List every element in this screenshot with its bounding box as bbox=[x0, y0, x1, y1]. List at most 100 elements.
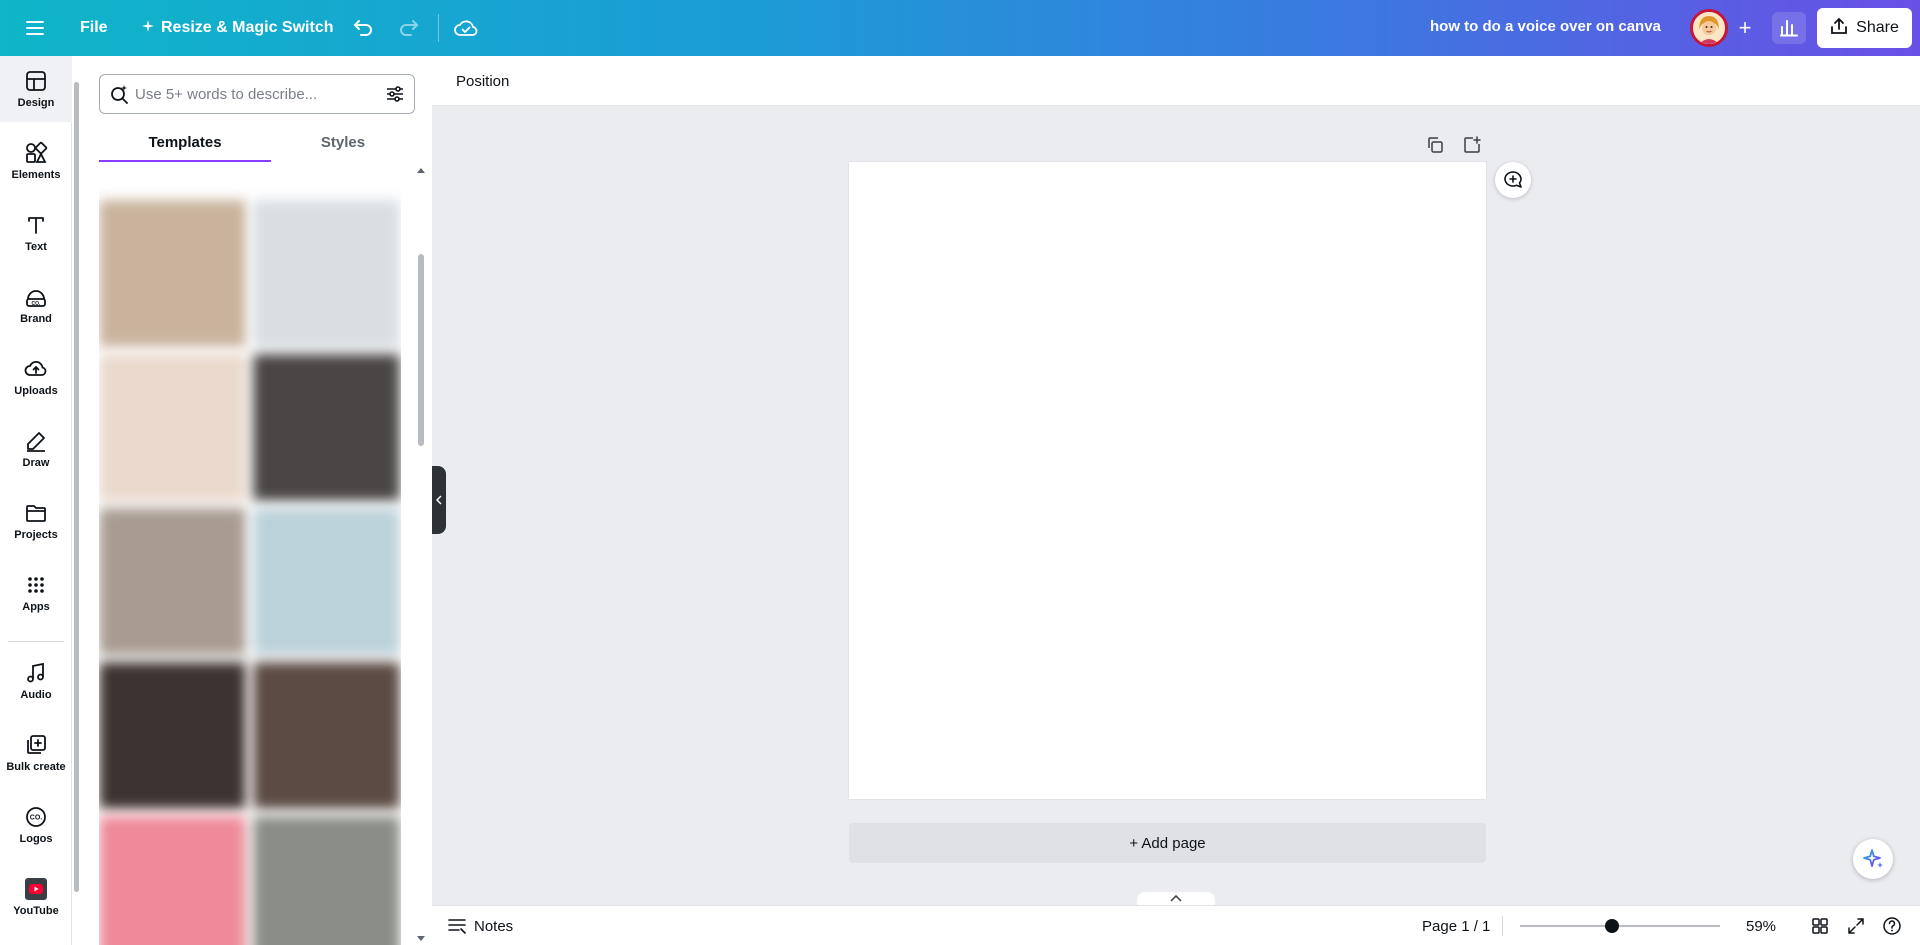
audio-icon bbox=[27, 662, 44, 683]
text-icon bbox=[28, 217, 44, 234]
toolbar-divider bbox=[438, 14, 439, 42]
rail-label: Draw bbox=[22, 457, 50, 469]
undo-icon[interactable] bbox=[348, 14, 378, 42]
rail-item-bulk-create[interactable]: Bulk create bbox=[0, 720, 72, 786]
youtube-icon bbox=[25, 878, 47, 900]
tab-styles[interactable]: Styles bbox=[271, 122, 415, 162]
zoom-slider[interactable] bbox=[1520, 925, 1720, 927]
rail-item-text[interactable]: Text bbox=[0, 200, 72, 266]
template-thumbnail[interactable] bbox=[253, 200, 400, 347]
rail-label: Logos bbox=[19, 833, 53, 845]
uploads-icon bbox=[24, 360, 47, 376]
insights-icon[interactable] bbox=[1772, 12, 1806, 44]
template-thumbnail[interactable] bbox=[253, 662, 400, 809]
bottom-divider bbox=[1502, 916, 1503, 936]
brand-icon: CO. bbox=[26, 290, 46, 307]
resize-label: Resize & Magic Switch bbox=[161, 19, 334, 36]
add-page-button[interactable]: + Add page bbox=[849, 823, 1486, 863]
svg-text:CO.: CO. bbox=[32, 301, 42, 307]
scroll-down-icon[interactable] bbox=[416, 935, 426, 943]
rail-item-design[interactable]: Design bbox=[0, 56, 72, 122]
chevron-up-icon bbox=[1170, 895, 1182, 902]
rail-label: YouTube bbox=[13, 905, 59, 917]
rail-item-brand[interactable]: CO. Brand bbox=[0, 272, 72, 338]
rail-item-projects[interactable]: Projects bbox=[0, 488, 72, 554]
canva-assistant-button[interactable] bbox=[1853, 839, 1893, 879]
rail-label: Projects bbox=[14, 529, 58, 541]
template-thumbnail[interactable] bbox=[99, 200, 246, 347]
rail-label: Bulk create bbox=[6, 761, 66, 773]
share-button[interactable]: Share bbox=[1817, 8, 1912, 48]
design-page[interactable] bbox=[849, 162, 1486, 799]
rail-scrollbar-thumb[interactable] bbox=[74, 82, 79, 892]
zoom-slider-handle[interactable] bbox=[1605, 919, 1619, 933]
template-search-box[interactable] bbox=[99, 74, 415, 114]
templates-panel: Templates Styles bbox=[72, 56, 432, 945]
notes-button[interactable]: Notes bbox=[448, 914, 513, 938]
rail-label: Text bbox=[25, 241, 47, 253]
draw-icon bbox=[27, 432, 45, 452]
apps-icon bbox=[28, 577, 44, 593]
rail-label: Elements bbox=[11, 169, 61, 181]
template-thumbnail[interactable] bbox=[99, 508, 246, 655]
template-thumbnail[interactable] bbox=[253, 508, 400, 655]
rail-item-audio[interactable]: Audio bbox=[0, 648, 72, 714]
notes-icon bbox=[448, 919, 466, 934]
menu-icon[interactable] bbox=[20, 14, 50, 42]
top-bar: File Resize & Magic Switch how to do a v… bbox=[0, 0, 1920, 56]
bulk-create-icon bbox=[27, 735, 46, 754]
panel-tabs: Templates Styles bbox=[99, 122, 415, 162]
rail-item-draw[interactable]: Draw bbox=[0, 416, 72, 482]
design-icon bbox=[26, 71, 46, 91]
rail-label: Brand bbox=[20, 313, 52, 325]
rail-label: Audio bbox=[20, 689, 52, 701]
position-button[interactable]: Position bbox=[448, 67, 517, 95]
show-pages-button[interactable] bbox=[1137, 892, 1215, 906]
rail-scrollbar[interactable] bbox=[72, 70, 80, 892]
template-thumbnail[interactable] bbox=[253, 354, 400, 501]
template-thumbnail[interactable] bbox=[253, 816, 400, 945]
magic-sparkle-icon bbox=[1863, 849, 1883, 868]
rail-label: Design bbox=[17, 97, 55, 109]
scroll-up-icon[interactable] bbox=[416, 166, 426, 174]
fullscreen-icon[interactable] bbox=[1844, 914, 1868, 938]
redo-icon[interactable] bbox=[394, 14, 424, 42]
share-label: Share bbox=[1856, 19, 1899, 36]
add-collaborator-button[interactable]: + bbox=[1730, 14, 1760, 42]
add-page-icon[interactable] bbox=[1461, 134, 1483, 156]
elements-icon bbox=[26, 141, 48, 163]
collapse-panel-button[interactable] bbox=[432, 466, 446, 534]
logos-icon: CO. bbox=[26, 807, 46, 827]
zoom-level[interactable]: 59% bbox=[1732, 914, 1790, 938]
add-comment-button[interactable] bbox=[1495, 162, 1531, 198]
panel-scrollbar-thumb[interactable] bbox=[418, 254, 424, 446]
bottom-bar: Notes Page 1 / 1 59% bbox=[432, 905, 1920, 945]
left-rail: Design Elements Text CO. Brand Uploads D… bbox=[0, 56, 72, 945]
duplicate-page-icon[interactable] bbox=[1424, 134, 1446, 156]
template-thumbnail[interactable] bbox=[99, 816, 246, 945]
filter-icon[interactable] bbox=[385, 84, 405, 104]
page-indicator[interactable]: Page 1 / 1 bbox=[1422, 914, 1490, 938]
resize-magic-switch-button[interactable]: Resize & Magic Switch bbox=[132, 14, 344, 42]
avatar[interactable] bbox=[1690, 9, 1728, 47]
rail-item-logos[interactable]: CO. Logos bbox=[0, 792, 72, 858]
template-thumbnail[interactable] bbox=[99, 662, 246, 809]
magic-search-icon bbox=[109, 84, 129, 104]
search-input[interactable] bbox=[135, 85, 385, 103]
rail-label: Uploads bbox=[14, 385, 58, 397]
rail-item-uploads[interactable]: Uploads bbox=[0, 344, 72, 410]
grid-view-icon[interactable] bbox=[1808, 914, 1832, 938]
chevron-left-icon bbox=[436, 495, 442, 505]
rail-item-apps[interactable]: Apps bbox=[0, 560, 72, 626]
cloud-save-icon[interactable] bbox=[451, 14, 481, 42]
rail-item-youtube[interactable]: YouTube bbox=[0, 864, 72, 930]
template-grid bbox=[99, 200, 401, 945]
tab-templates[interactable]: Templates bbox=[99, 122, 271, 162]
template-thumbnail[interactable] bbox=[99, 354, 246, 501]
rail-item-elements[interactable]: Elements bbox=[0, 128, 72, 194]
file-menu-button[interactable]: File bbox=[70, 14, 118, 42]
panel-scrollbar[interactable] bbox=[415, 166, 425, 945]
document-title[interactable]: how to do a voice over on canva bbox=[1430, 18, 1661, 35]
help-icon[interactable] bbox=[1880, 914, 1904, 938]
rail-label: Apps bbox=[22, 601, 50, 613]
